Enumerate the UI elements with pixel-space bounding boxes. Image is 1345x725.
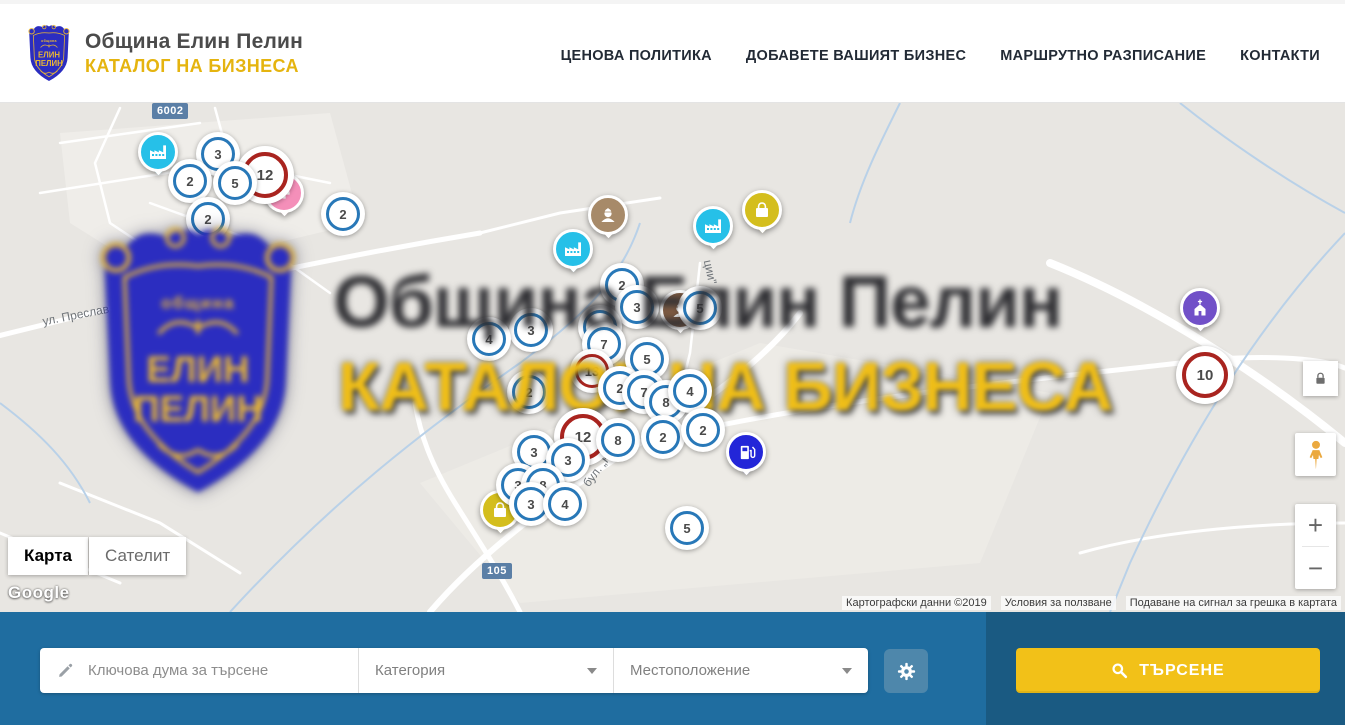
search-panel: Категория Местоположение — [40, 648, 868, 693]
location-select[interactable]: Местоположение — [614, 648, 868, 693]
keyword-field — [40, 648, 358, 693]
map-type-map-button[interactable]: Карта — [8, 537, 88, 575]
page: община ЕЛИН ПЕЛИН Община Елин Пелин КАТА… — [0, 0, 1345, 725]
search-button[interactable]: ТЪРСЕНЕ — [1016, 648, 1320, 693]
location-select-label: Местоположение — [630, 662, 750, 679]
gear-icon — [896, 661, 917, 682]
chevron-down-icon — [842, 668, 852, 674]
shield-line1: ЕЛИН — [38, 51, 60, 60]
chevron-down-icon — [587, 668, 597, 674]
cluster-count: 4 — [561, 497, 568, 512]
cluster-count: 5 — [683, 521, 690, 536]
search-bar: Категория Местоположение — [0, 612, 1345, 725]
nav-pricing[interactable]: ЦЕНОВА ПОЛИТИКА — [561, 48, 712, 64]
shield-line2: ПЕЛИН — [35, 59, 63, 68]
cluster-marker[interactable]: 8 — [596, 418, 640, 462]
cluster-count: 2 — [659, 430, 666, 445]
cluster-marker[interactable]: 2 — [641, 415, 685, 459]
map-type-control: Карта Сателит — [8, 537, 186, 575]
search-icon — [1111, 662, 1128, 679]
map-attribution: Картографски данни ©2019 Условия за полз… — [842, 596, 1341, 610]
cluster-count: 8 — [614, 433, 621, 448]
pegman-icon — [1305, 440, 1327, 470]
google-logo: Google — [8, 583, 70, 603]
cluster-count: 2 — [699, 423, 706, 438]
cluster-count: 3 — [527, 497, 534, 512]
cluster-marker[interactable]: 10 — [1176, 346, 1234, 404]
lock-button[interactable] — [1303, 361, 1338, 396]
cluster-count: 3 — [564, 453, 571, 468]
cluster-count: 10 — [1197, 367, 1214, 384]
nav-contacts[interactable]: КОНТАКТИ — [1240, 48, 1320, 64]
category-select-label: Категория — [375, 662, 445, 679]
nav-route-schedule[interactable]: МАРШРУТНО РАЗПИСАНИЕ — [1000, 48, 1206, 64]
map-canvas[interactable]: 6002 105 ул. Преслав бул. „Новосел ции" … — [0, 103, 1345, 612]
cluster-marker[interactable]: 5 — [665, 506, 709, 550]
municipality-crest-icon: община ЕЛИН ПЕЛИН — [25, 22, 73, 84]
keyword-input[interactable] — [86, 661, 340, 680]
shield-small-label: община — [41, 39, 57, 43]
cluster-count: 5 — [643, 352, 650, 367]
zoom-out-button[interactable]: − — [1295, 547, 1336, 589]
cluster-marker[interactable]: 4 — [543, 482, 587, 526]
search-bar-right: ТЪРСЕНЕ — [986, 612, 1345, 725]
pin-marker-fuel[interactable] — [726, 432, 766, 480]
site-subtitle: КАТАЛОГ НА БИЗНЕСА — [85, 56, 303, 77]
cluster-count: 3 — [530, 445, 537, 460]
cluster-marker[interactable]: 2 — [681, 408, 725, 452]
category-select[interactable]: Категория — [359, 648, 613, 693]
nav-add-business[interactable]: ДОБАВЕТЕ ВАШИЯТ БИЗНЕС — [746, 48, 966, 64]
attribution-report-link[interactable]: Подаване на сигнал за грешка в картата — [1126, 596, 1341, 610]
site-title: Община Елин Пелин — [85, 30, 303, 54]
map-type-satellite-button[interactable]: Сателит — [89, 537, 186, 575]
advanced-settings-button[interactable] — [884, 649, 928, 693]
zoom-control: + − — [1295, 504, 1336, 589]
cluster-marker[interactable]: 4 — [668, 369, 712, 413]
attribution-data: Картографски данни ©2019 — [842, 596, 991, 610]
markers-front: 5278412822333834510 — [0, 103, 1345, 612]
site-logo[interactable]: община ЕЛИН ПЕЛИН Община Елин Пелин КАТА… — [25, 22, 303, 84]
search-bar-left: Категория Местоположение — [0, 612, 986, 725]
lock-icon — [1313, 371, 1328, 386]
street-view-pegman-button[interactable] — [1295, 433, 1336, 476]
pencil-icon — [57, 662, 74, 679]
header: община ЕЛИН ПЕЛИН Община Елин Пелин КАТА… — [0, 0, 1345, 103]
main-nav: ЦЕНОВА ПОЛИТИКА ДОБАВЕТЕ ВАШИЯТ БИЗНЕС М… — [561, 4, 1320, 107]
attribution-terms-link[interactable]: Условия за ползване — [1001, 596, 1116, 610]
search-button-label: ТЪРСЕНЕ — [1139, 662, 1224, 680]
cluster-count: 4 — [686, 384, 693, 399]
zoom-in-button[interactable]: + — [1295, 504, 1336, 546]
